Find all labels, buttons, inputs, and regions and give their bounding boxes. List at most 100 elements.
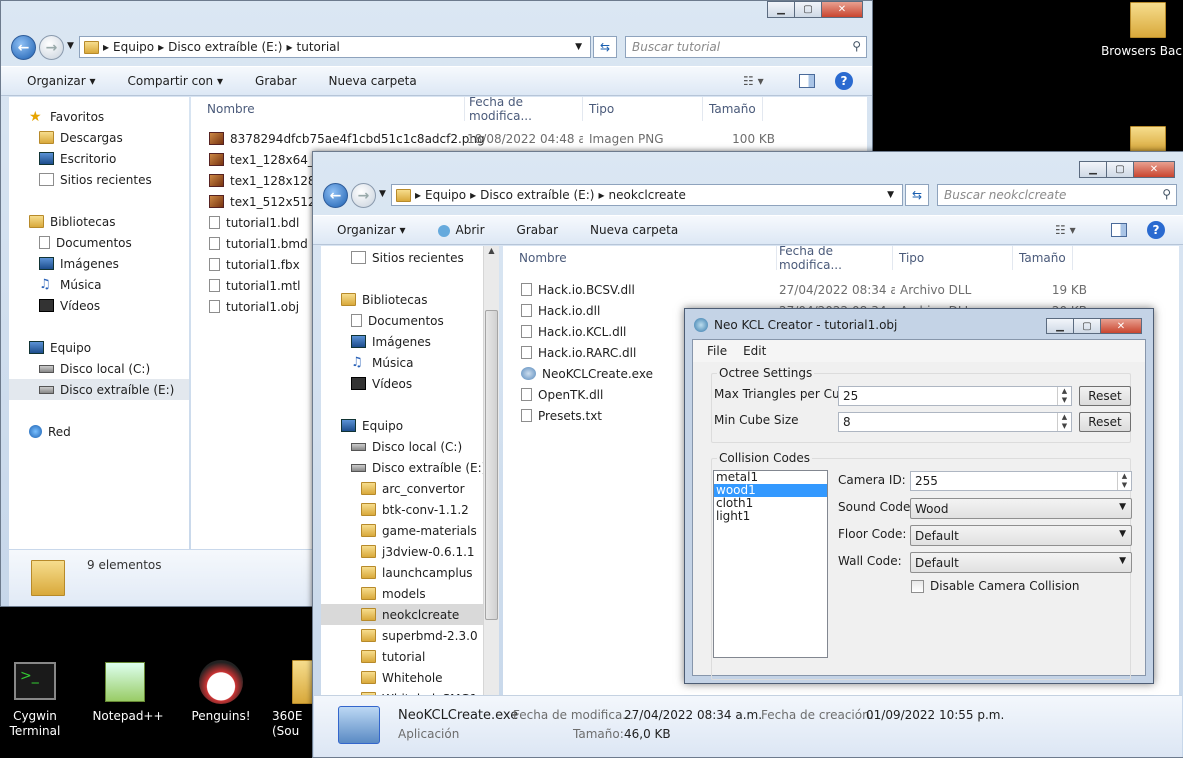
sidebar-item-recent[interactable]: Sitios recientes <box>351 247 464 268</box>
maximize-icon[interactable]: ▢ <box>794 1 822 18</box>
column-header-date[interactable]: Fecha de modifica... <box>463 97 583 123</box>
file-row[interactable]: Hack.io.BCSV.dll 27/04/2022 08:34 a.... … <box>503 279 1179 300</box>
reset-max-triangles-button[interactable]: Reset <box>1079 386 1131 406</box>
share-button[interactable]: Compartir con ▾ <box>112 74 240 88</box>
breadcrumb-item[interactable]: Equipo <box>425 188 466 202</box>
folder-tree-item[interactable]: superbmd-2.3.0 <box>321 625 499 646</box>
sidebar-computer[interactable]: Equipo <box>29 337 91 358</box>
sidebar-network[interactable]: Red <box>29 421 71 442</box>
sidebar-item-c-drive[interactable]: Disco local (C:) <box>39 358 150 379</box>
folder-icon[interactable] <box>1130 2 1166 38</box>
refresh-icon[interactable]: ⇆ <box>905 184 929 206</box>
sound-code-select[interactable]: Wood ▼ <box>910 498 1132 519</box>
chevron-down-icon[interactable]: ▼ <box>887 190 894 200</box>
sidebar-item-music[interactable]: ♫ Música <box>39 274 102 295</box>
folder-icon[interactable] <box>1130 126 1166 152</box>
back-icon[interactable]: ← <box>11 35 36 60</box>
file-row[interactable]: 8378294dfcb75ae4f1cbd51c1c8adcf2.png 18/… <box>191 128 867 149</box>
burn-button[interactable]: Grabar <box>501 223 575 237</box>
chevron-down-icon[interactable]: ▼ <box>575 42 582 52</box>
column-header-date[interactable]: Fecha de modifica... <box>773 246 893 272</box>
folder-tree-item[interactable]: Whitehole <box>321 667 499 688</box>
sidebar-item-music[interactable]: ♫ Música <box>351 352 414 373</box>
burn-button[interactable]: Grabar <box>239 74 313 88</box>
sidebar-item-e-drive[interactable]: Disco extraíble (E:) <box>9 379 189 400</box>
column-header-type[interactable]: Tipo <box>583 97 703 121</box>
folder-tree-item[interactable]: game-materials <box>321 520 499 541</box>
wall-code-select[interactable]: Default ▼ <box>910 552 1132 573</box>
close-icon[interactable]: ✕ <box>1133 161 1175 178</box>
view-options-icon[interactable]: ☷ ▾ <box>743 74 764 88</box>
sidebar-favorites[interactable]: ★ Favoritos <box>29 106 104 127</box>
new-folder-button[interactable]: Nueva carpeta <box>574 223 694 237</box>
maximize-icon[interactable]: ▢ <box>1073 318 1101 334</box>
sidebar-computer[interactable]: Equipo <box>341 415 403 436</box>
folder-tree-item[interactable]: arc_convertor <box>321 478 499 499</box>
organize-button[interactable]: Organizar ▾ <box>313 223 422 237</box>
sidebar-item-documents[interactable]: Documentos <box>351 310 444 331</box>
folder-tree-item[interactable]: btk-conv-1.1.2 <box>321 499 499 520</box>
sidebar-item-downloads[interactable]: Descargas <box>39 127 123 148</box>
desktop-label-360[interactable]: 360E (Sou <box>272 709 316 739</box>
open-button[interactable]: Abrir <box>422 223 501 237</box>
preview-pane-icon[interactable] <box>799 74 815 88</box>
folder-tree-item[interactable]: neokclcreate <box>321 604 499 625</box>
search-input[interactable]: Buscar neokclcreate ⚲ <box>937 184 1177 206</box>
folder-icon[interactable] <box>292 660 314 704</box>
sidebar-item-videos[interactable]: Vídeos <box>39 295 100 316</box>
floor-code-select[interactable]: Default ▼ <box>910 525 1132 546</box>
breadcrumb-item[interactable]: Disco extraíble (E:) <box>168 40 282 54</box>
disable-camera-checkbox[interactable] <box>911 580 924 593</box>
search-input[interactable]: Buscar tutorial ⚲ <box>625 36 867 58</box>
preview-pane-icon[interactable] <box>1111 223 1127 237</box>
address-bar[interactable]: ▸ Equipo ▸ Disco extraíble (E:) ▸ tutorial… <box>79 36 591 58</box>
breadcrumb-item[interactable]: neokclcreate <box>609 188 686 202</box>
forward-icon[interactable]: → <box>39 35 64 60</box>
scroll-thumb[interactable] <box>485 310 498 620</box>
sidebar-item-pictures[interactable]: Imágenes <box>39 253 119 274</box>
sidebar-item-e-drive[interactable]: Disco extraíble (E:) <box>351 457 486 478</box>
sidebar-item-c-drive[interactable]: Disco local (C:) <box>351 436 462 457</box>
folder-tree-item[interactable]: launchcamplus <box>321 562 499 583</box>
reset-min-cube-button[interactable]: Reset <box>1079 412 1131 432</box>
sidebar-libraries[interactable]: Bibliotecas <box>341 289 427 310</box>
desktop-label-cygwin[interactable]: Cygwin Terminal <box>0 709 75 739</box>
sidebar-libraries[interactable]: Bibliotecas <box>29 211 115 232</box>
scroll-up-icon[interactable]: ▲ <box>484 246 499 255</box>
help-icon[interactable]: ? <box>835 72 853 90</box>
spin-icon[interactable]: ▲ ▼ <box>1057 387 1071 405</box>
desktop-label-penguins[interactable]: Penguins! <box>181 709 261 724</box>
column-header-size[interactable]: Tamaño <box>703 97 763 121</box>
address-bar[interactable]: ▸ Equipo ▸ Disco extraíble (E:) ▸ neokclcr… <box>391 184 903 206</box>
cygwin-icon[interactable]: >_ <box>14 662 56 700</box>
column-header-size[interactable]: Tamaño <box>1013 246 1073 270</box>
sidebar-item-videos[interactable]: Vídeos <box>351 373 412 394</box>
close-icon[interactable]: ✕ <box>1100 318 1142 334</box>
desktop-label-browsers[interactable]: Browsers Back <box>1100 44 1183 59</box>
folder-tree-item[interactable]: models <box>321 583 499 604</box>
camera-id-input[interactable]: 255 ▲ ▼ <box>910 471 1132 491</box>
spin-icon[interactable]: ▲ ▼ <box>1057 413 1071 431</box>
maximize-icon[interactable]: ▢ <box>1106 161 1134 178</box>
sidebar-item-recent[interactable]: Sitios recientes <box>39 169 152 190</box>
forward-icon[interactable]: → <box>351 183 376 208</box>
column-header-name[interactable]: Nombre <box>201 97 465 121</box>
column-header-name[interactable]: Nombre <box>513 246 777 270</box>
help-icon[interactable]: ? <box>1147 221 1165 239</box>
disable-camera-label[interactable]: Disable Camera Collision <box>930 579 1080 593</box>
sidebar-item-documents[interactable]: Documentos <box>39 232 132 253</box>
close-icon[interactable]: ✕ <box>821 1 863 18</box>
refresh-icon[interactable]: ⇆ <box>593 36 617 58</box>
view-options-icon[interactable]: ☷ ▾ <box>1055 223 1076 237</box>
penguin-icon[interactable] <box>199 660 243 704</box>
menu-file[interactable]: File <box>693 344 735 358</box>
collision-code-item[interactable]: light1 <box>714 510 827 523</box>
min-cube-size-input[interactable]: 8 ▲ ▼ <box>838 412 1072 432</box>
desktop-label-notepadpp[interactable]: Notepad++ <box>88 709 168 724</box>
sidebar-scrollbar[interactable]: ▲ <box>483 246 499 696</box>
menu-edit[interactable]: Edit <box>735 344 774 358</box>
chevron-down-icon[interactable]: ▼ <box>67 41 74 51</box>
folder-tree-item[interactable]: j3dview-0.6.1.1 <box>321 541 499 562</box>
breadcrumb-item[interactable]: Equipo <box>113 40 154 54</box>
sidebar-item-desktop[interactable]: Escritorio <box>39 148 116 169</box>
